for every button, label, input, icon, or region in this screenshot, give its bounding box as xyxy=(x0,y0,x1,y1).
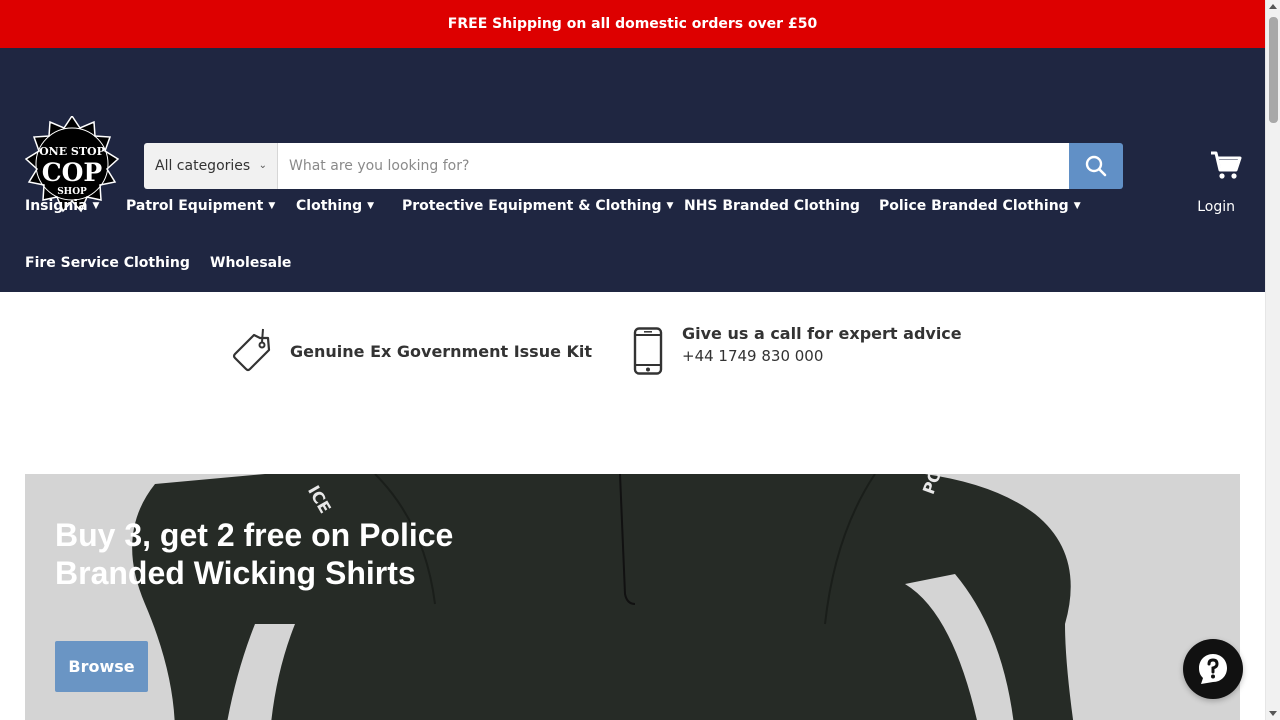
category-select-value: All categories xyxy=(155,158,251,174)
nav-item-insignia[interactable]: Insignia ▼ xyxy=(25,198,99,214)
scroll-up-arrow-icon[interactable] xyxy=(1269,4,1277,9)
search-bar: All categories ⌄ xyxy=(144,143,1123,189)
nav-item-clothing[interactable]: Clothing ▼ xyxy=(296,198,374,214)
tag-icon xyxy=(232,328,271,372)
nav-item-label: Insignia xyxy=(25,198,88,214)
nav-item-nhs-branded-clothing[interactable]: NHS Branded Clothing xyxy=(684,198,860,214)
page: FREE Shipping on all domestic orders ove… xyxy=(0,0,1265,720)
site-header: ONE STOP COP SHOP All categories ⌄ What … xyxy=(0,48,1265,292)
nav-item-wholesale[interactable]: Wholesale xyxy=(210,255,291,271)
category-select[interactable]: All categories ⌄ xyxy=(144,143,278,189)
feature-title: Genuine Ex Government Issue Kit xyxy=(290,341,593,361)
hero-shirt-image: ICE PO xyxy=(132,474,1074,720)
chevron-down-icon: ⌄ xyxy=(258,160,267,171)
hero-banner[interactable]: ICE PO Buy 3, get 2 free on Police Brand… xyxy=(25,474,1240,720)
nav-item-police-branded-clothing[interactable]: Police Branded Clothing ▼ xyxy=(879,198,1081,214)
hero-title: Buy 3, get 2 free on Police Branded Wick… xyxy=(55,517,454,591)
logo-text-main: COP xyxy=(42,158,103,187)
nav-item-label: Clothing xyxy=(296,198,363,214)
mobile-phone-icon xyxy=(633,327,663,375)
login-link[interactable]: Login xyxy=(1197,199,1235,215)
nav-item-label: Protective Equipment & Clothing xyxy=(402,198,662,214)
search-input[interactable] xyxy=(278,143,1069,189)
feature-expert-advice: Give us a call for expert advice +44 174… xyxy=(632,324,962,375)
nav-item-protective-equipment[interactable]: Protective Equipment & Clothing ▼ xyxy=(402,198,673,214)
feature-text: Give us a call for expert advice +44 174… xyxy=(682,324,962,365)
announcement-bar: FREE Shipping on all domestic orders ove… xyxy=(0,0,1265,48)
search-button[interactable] xyxy=(1069,143,1123,189)
phone-number[interactable]: +44 1749 830 000 xyxy=(682,347,962,365)
logo-text-bottom: SHOP xyxy=(57,187,87,197)
chat-bubble-icon xyxy=(1199,654,1227,684)
chat-button[interactable] xyxy=(1183,639,1243,699)
chevron-down-icon: ▼ xyxy=(367,201,375,211)
view-cart-button[interactable] xyxy=(1209,148,1243,182)
chevron-down-icon: ▼ xyxy=(92,201,100,211)
logo-text-top: ONE STOP xyxy=(39,145,105,158)
announcement-text: FREE Shipping on all domestic orders ove… xyxy=(447,16,818,32)
nav-item-fire-service-clothing[interactable]: Fire Service Clothing xyxy=(25,255,190,271)
scrollbar-thumb[interactable] xyxy=(1269,17,1278,123)
feature-strip: Genuine Ex Government Issue Kit Give us … xyxy=(0,292,1265,412)
nav-item-label: Wholesale xyxy=(210,255,292,271)
feature-genuine-kit: Genuine Ex Government Issue Kit xyxy=(230,328,592,374)
scroll-down-arrow-icon[interactable] xyxy=(1269,711,1277,716)
nav-item-label: Patrol Equipment xyxy=(126,198,264,214)
chevron-down-icon: ▼ xyxy=(268,201,276,211)
nav-item-label: NHS Branded Clothing xyxy=(684,198,860,214)
browse-button[interactable]: Browse xyxy=(55,641,148,692)
chevron-down-icon: ▼ xyxy=(1073,201,1081,211)
shopping-cart-icon xyxy=(1211,151,1242,179)
feature-title: Give us a call for expert advice xyxy=(682,324,962,343)
chevron-down-icon: ▼ xyxy=(666,201,674,211)
search-icon xyxy=(1085,155,1107,177)
nav-item-label: Fire Service Clothing xyxy=(25,255,190,271)
nav-item-patrol-equipment[interactable]: Patrol Equipment ▼ xyxy=(126,198,275,214)
page-scrollbar[interactable] xyxy=(1265,0,1280,720)
nav-item-label: Police Branded Clothing xyxy=(879,198,1069,214)
